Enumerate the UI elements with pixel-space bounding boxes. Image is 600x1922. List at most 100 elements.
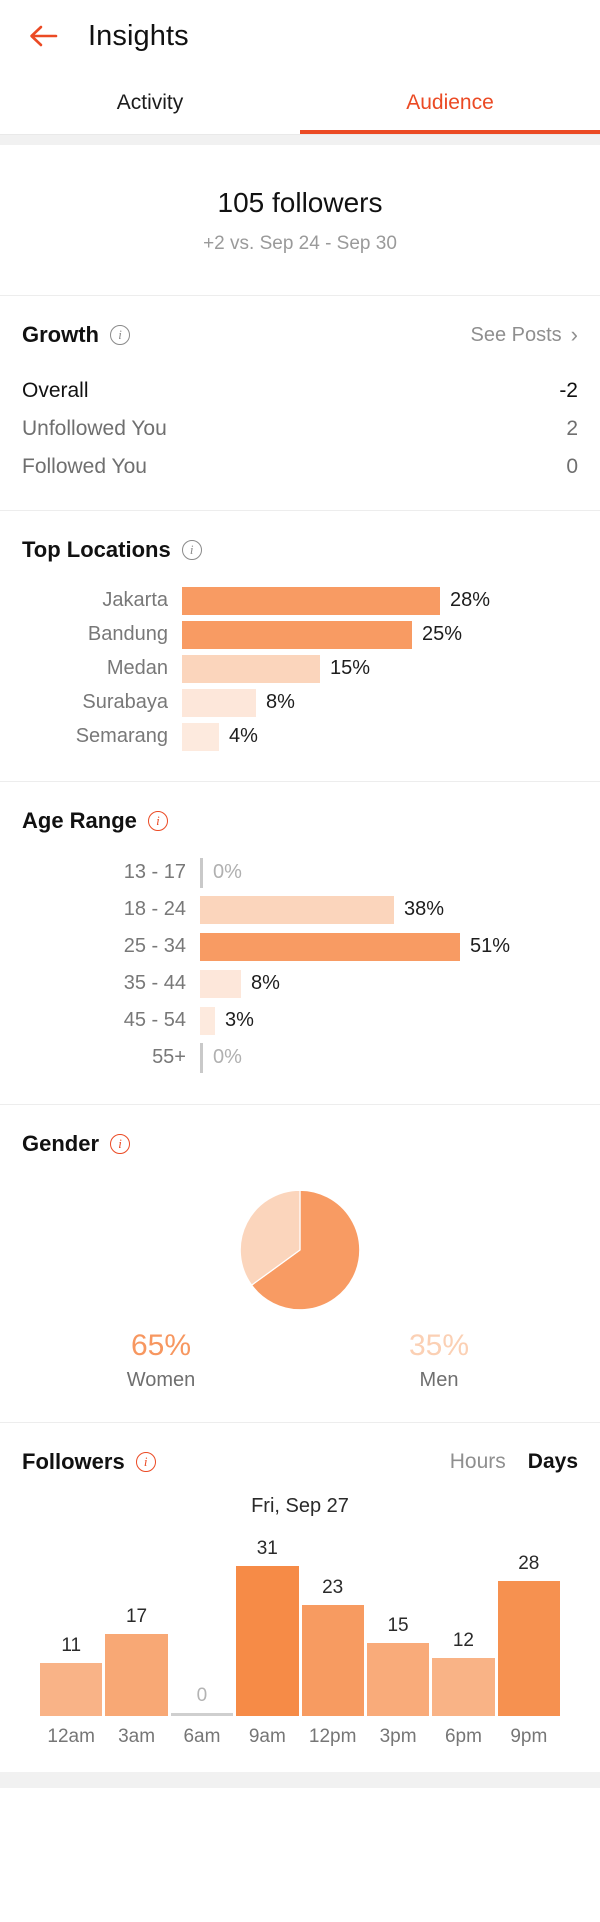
growth-row-label: Followed You (22, 455, 147, 478)
follower-comparison: +2 vs. Sep 24 - Sep 30 (203, 233, 397, 254)
info-icon[interactable]: i (181, 540, 202, 560)
bar-value: 38% (404, 898, 445, 920)
age-range-title: Age Range (22, 808, 137, 833)
bar-label: 35 - 44 (123, 972, 186, 994)
toggle-days[interactable]: Days (528, 1450, 578, 1474)
bar-row: 35 - 44 8% (22, 967, 578, 1000)
bar-fill (200, 895, 394, 924)
bar-value: 12 (452, 1630, 474, 1651)
gender-body: 65% Women 35% Men (22, 1175, 578, 1398)
bar-row: Medan 15% (22, 653, 578, 684)
bar-value: 11 (61, 1635, 82, 1656)
bar-row: Jakarta 28% (22, 585, 578, 616)
info-icon[interactable]: i (147, 811, 168, 831)
bar-value: 0% (213, 861, 242, 883)
tab-activity[interactable]: Activity (0, 72, 300, 134)
growth-row-value: -2 (559, 379, 578, 402)
bar-value: 51% (470, 935, 511, 957)
bar-label: Bandung (87, 623, 168, 645)
growth-row: Overall -2 (22, 372, 578, 410)
bar-column: 31 (236, 1526, 299, 1716)
gender-legend: 65% Women 35% Men (22, 1329, 578, 1392)
chevron-right-icon: › (570, 322, 578, 347)
top-bar: Insights (0, 0, 600, 72)
bar-fill (200, 1006, 215, 1035)
bar-value: 0 (196, 1685, 208, 1706)
bar-value: 3% (225, 1009, 254, 1031)
bar-column: 17 (105, 1526, 168, 1716)
see-posts-button[interactable]: See Posts › (471, 324, 579, 347)
growth-row: Followed You 0 (22, 448, 578, 486)
growth-row-value: 0 (566, 455, 578, 478)
bar-value: 15 (387, 1615, 409, 1636)
growth-row-value: 2 (566, 417, 578, 440)
gender-header: Gender i (22, 1131, 578, 1157)
gender-title: Gender (22, 1131, 100, 1156)
bar-column: 15 (366, 1526, 430, 1716)
axis-tick-label: 3am (118, 1726, 156, 1747)
bar-fill (182, 654, 320, 683)
bar-fill (182, 722, 219, 751)
bar-row: 55+ 0% (22, 1041, 578, 1074)
axis-tick-label: 6am (183, 1726, 221, 1747)
bar-column: 0 (170, 1526, 234, 1716)
bar-column: 23 (301, 1526, 364, 1716)
bar-track: 3% (200, 1004, 578, 1037)
bar-value: 15% (330, 657, 371, 679)
gender-men: 35% Men (300, 1329, 578, 1392)
bar-row: 25 - 34 51% (22, 930, 578, 963)
bar-track: 8% (182, 687, 578, 718)
bar-fill (182, 586, 440, 615)
gender-men-pct: 35% (408, 1329, 470, 1362)
bar-label: Jakarta (102, 589, 168, 611)
bar-label: 45 - 54 (123, 1009, 186, 1031)
followers-section: Followers i Hours Days Fri, Sep 27 11 17 0… (0, 1423, 600, 1772)
bar-fill (432, 1658, 495, 1716)
bar-fill (182, 620, 412, 649)
bar-row: Bandung 25% (22, 619, 578, 650)
bar-value: 0% (213, 1046, 242, 1068)
bar-label: Medan (106, 657, 168, 679)
bar-column: 12 (432, 1526, 495, 1716)
gender-pie-chart (22, 1189, 578, 1311)
bar-fill (366, 1643, 430, 1716)
gender-women-pct: 65% (130, 1329, 192, 1362)
bar-fill (236, 1566, 299, 1716)
followers-day-label: Fri, Sep 27 (251, 1495, 349, 1517)
growth-title: Growth (22, 322, 99, 347)
bar-value: 23 (322, 1577, 344, 1598)
bar-fill (301, 1605, 364, 1716)
growth-row-label: Unfollowed You (22, 417, 167, 440)
age-range-chart: 13 - 17 0% 18 - 24 38% 25 - 34 51% 35 - 44 8% 45… (22, 852, 578, 1080)
bar-track: 25% (182, 619, 578, 650)
followers-hourly-chart: 11 17 0 31 23 15 12 28 (22, 1526, 578, 1716)
tab-divider (0, 134, 600, 145)
bar-label: Surabaya (82, 691, 168, 713)
info-icon[interactable]: i (135, 1452, 156, 1472)
bar-label: 25 - 34 (123, 935, 186, 957)
growth-row-label: Overall (22, 379, 89, 402)
bar-fill (200, 969, 241, 998)
bar-value: 17 (125, 1606, 148, 1627)
axis-tick-label: 12am (47, 1726, 95, 1747)
bar-fill (497, 1581, 560, 1716)
back-arrow-icon[interactable] (22, 15, 64, 57)
bar-row: Semarang 4% (22, 721, 578, 752)
top-locations-chart: Jakarta 28% Bandung 25% Medan 15% Surabaya 8% Se… (22, 581, 578, 757)
gender-section: Gender i 65% Women 35% Men (0, 1105, 600, 1422)
info-icon[interactable]: i (110, 325, 130, 345)
axis-tick-label: 9am (248, 1726, 286, 1747)
bar-label: 18 - 24 (123, 898, 186, 920)
age-range-header: Age Range i (22, 808, 578, 834)
growth-section: Growth i See Posts › Overall -2 Unfollow… (0, 296, 600, 510)
info-icon[interactable]: i (110, 1134, 131, 1154)
bar-row: 18 - 24 38% (22, 893, 578, 926)
bar-column: 11 (40, 1526, 103, 1716)
followers-x-axis: 12am 3am 6am 9am 12pm 3pm 6pm 9pm (22, 1726, 578, 1748)
insights-screen: Insights Activity Audience 105 followers… (0, 0, 600, 1922)
bar-value: 4% (229, 725, 258, 747)
tab-audience[interactable]: Audience (300, 72, 600, 134)
toggle-hours[interactable]: Hours (450, 1450, 506, 1474)
bar-row: 45 - 54 3% (22, 1004, 578, 1037)
bottom-spacer (0, 1772, 600, 1788)
